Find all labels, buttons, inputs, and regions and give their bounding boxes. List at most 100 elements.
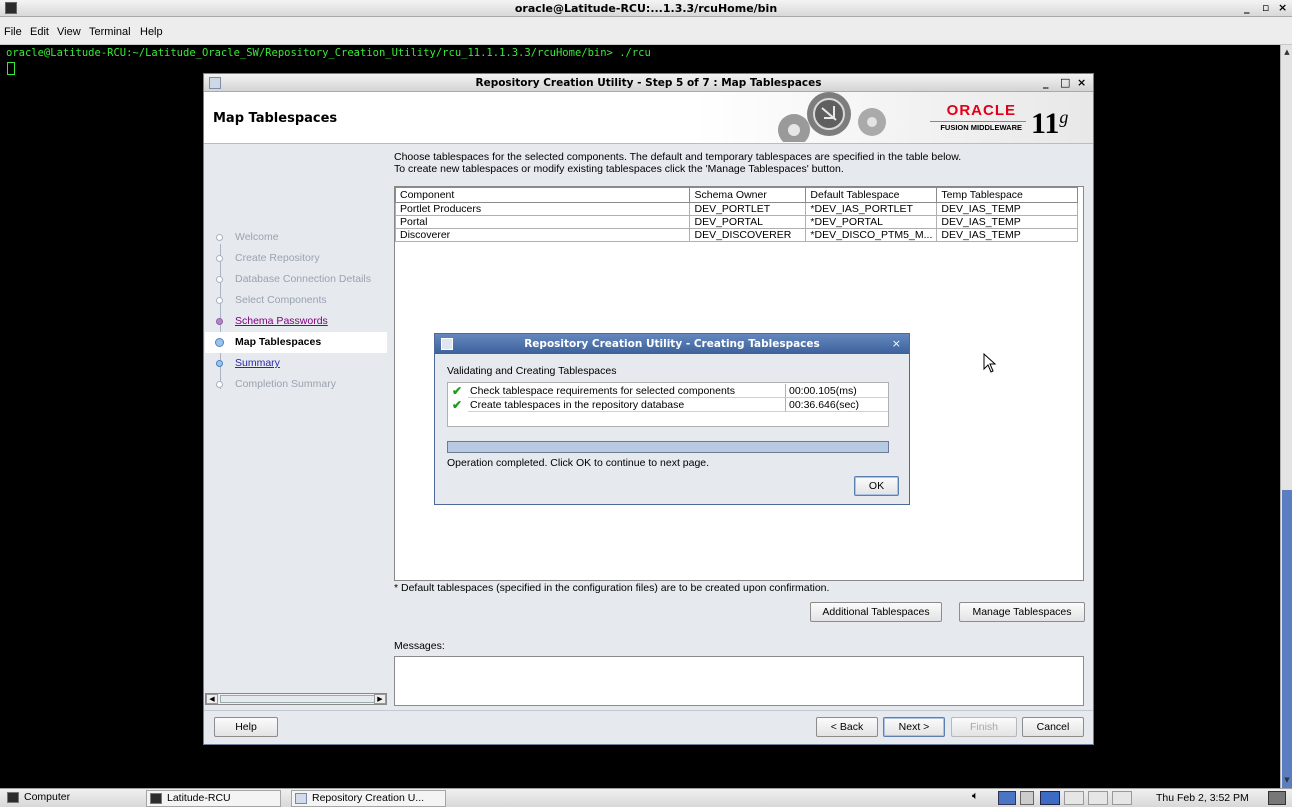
scrollbar-thumb[interactable]	[1282, 490, 1292, 807]
table-row[interactable]: Portal DEV_PORTAL *DEV_PORTAL DEV_IAS_TE…	[394, 215, 1078, 229]
cancel-button[interactable]: Cancel	[1022, 717, 1084, 737]
ok-button[interactable]: OK	[854, 476, 899, 496]
scroll-down-icon[interactable]: ▼	[1282, 775, 1292, 785]
volume-icon[interactable]: 🔈︎	[972, 790, 979, 803]
current-step-icon	[215, 338, 224, 347]
back-button[interactable]: < Back	[816, 717, 878, 737]
next-button[interactable]: Next >	[883, 717, 945, 737]
checkmark-icon: ✔	[452, 384, 463, 398]
terminal-titlebar[interactable]: oracle@Latitude-RCU:...1.3.3/rcuHome/bin…	[0, 0, 1292, 17]
clock[interactable]: Thu Feb 2, 3:52 PM	[1156, 792, 1249, 804]
minimize-icon[interactable]: _	[1043, 76, 1049, 89]
close-icon[interactable]: ×	[1278, 1, 1287, 14]
table-cell[interactable]: *DEV_PORTAL	[805, 215, 938, 229]
oracle-logo: ORACLE FUSION MIDDLEWARE	[930, 102, 1026, 132]
scrollbar-thumb[interactable]	[220, 695, 378, 703]
progress-heading: Validating and Creating Tablespaces	[447, 365, 617, 377]
table-cell[interactable]: *DEV_IAS_PORTLET	[805, 202, 938, 216]
terminal-icon	[150, 793, 162, 804]
step-dot-icon	[216, 255, 223, 262]
version-logo: 11g	[1031, 102, 1068, 139]
column-header-default-tablespace[interactable]: Default Tablespace	[805, 187, 938, 203]
nav-item-welcome: Welcome	[205, 227, 387, 248]
table-cell: Portal	[394, 215, 691, 229]
nav-item-summary[interactable]: Summary	[205, 353, 387, 374]
messages-area[interactable]	[394, 656, 1084, 706]
nav-label: Map Tablespaces	[235, 336, 322, 348]
maximize-icon[interactable]: □	[1060, 76, 1070, 89]
menu-edit[interactable]: Edit	[30, 26, 49, 38]
menu-view[interactable]: View	[57, 26, 81, 38]
nav-label: Database Connection Details	[235, 273, 371, 285]
terminal-command-line: oracle@Latitude-RCU:~/Latitude_Oracle_SW…	[6, 47, 651, 59]
taskbar-label: Repository Creation U...	[312, 792, 425, 804]
nav-label: Schema Passwords	[235, 315, 328, 327]
table-cell[interactable]: *DEV_DISCO_PTM5_M...	[805, 228, 938, 242]
table-header-row: Component Schema Owner Default Tablespac…	[394, 187, 1078, 203]
show-desktop-icon[interactable]	[1268, 791, 1286, 805]
menu-terminal[interactable]: Terminal	[89, 26, 131, 38]
table-cell: Portlet Producers	[394, 202, 691, 216]
menu-file[interactable]: File	[4, 26, 22, 38]
table-row[interactable]: Discoverer DEV_DISCOVERER *DEV_DISCO_PTM…	[394, 228, 1078, 242]
workspace-switcher-icon[interactable]	[1040, 791, 1060, 805]
nav-item-create-repository: Create Repository	[205, 248, 387, 269]
rcu-titlebar[interactable]: Repository Creation Utility - Step 5 of …	[204, 74, 1093, 92]
terminal-scrollbar[interactable]: ▲ ▼	[1280, 45, 1292, 807]
column-header-component[interactable]: Component	[394, 187, 691, 203]
footer-divider	[204, 710, 1093, 711]
java-icon	[295, 793, 307, 804]
table-cell[interactable]: DEV_IAS_TEMP	[936, 202, 1078, 216]
additional-tablespaces-button[interactable]: Additional Tablespaces	[810, 602, 942, 622]
nav-label: Completion Summary	[235, 378, 336, 390]
step-dot-icon	[216, 318, 223, 325]
taskbar-item-rcu[interactable]: Repository Creation U...	[291, 790, 446, 807]
help-button[interactable]: Help	[214, 717, 278, 737]
workspace-2[interactable]	[1064, 791, 1084, 805]
printer-icon[interactable]	[1020, 791, 1034, 805]
workspace-3[interactable]	[1088, 791, 1108, 805]
nav-item-schema-passwords[interactable]: Schema Passwords	[205, 311, 387, 332]
list-item: ✔ Check tablespace requirements for sele…	[448, 384, 888, 398]
minimize-icon[interactable]: _	[1244, 1, 1250, 14]
column-header-schema-owner[interactable]: Schema Owner	[689, 187, 807, 203]
creating-tablespaces-dialog: Repository Creation Utility - Creating T…	[434, 333, 910, 505]
taskbar-item-computer[interactable]: Computer	[4, 790, 114, 807]
menu-help[interactable]: Help	[140, 26, 163, 38]
table-cell[interactable]: DEV_IAS_TEMP	[936, 215, 1078, 229]
scroll-left-icon[interactable]: ◀	[206, 694, 218, 704]
tablespace-grid: Component Schema Owner Default Tablespac…	[394, 187, 1078, 242]
workspace-4[interactable]	[1112, 791, 1132, 805]
rcu-window-title: Repository Creation Utility - Step 5 of …	[475, 77, 822, 89]
task-label: Create tablespaces in the repository dat…	[468, 398, 786, 412]
progress-status: Operation completed. Click OK to continu…	[447, 457, 710, 469]
rcu-header: Map Tablespaces ORACLE FUSION MIDDLEWARE…	[204, 92, 1093, 144]
manage-tablespaces-button[interactable]: Manage Tablespaces	[959, 602, 1085, 622]
nav-label: Create Repository	[235, 252, 320, 264]
progress-dialog-title: Repository Creation Utility - Creating T…	[524, 338, 820, 350]
step-dot-icon	[216, 234, 223, 241]
progress-dialog-titlebar[interactable]: Repository Creation Utility - Creating T…	[435, 334, 909, 354]
close-icon[interactable]: ×	[892, 337, 901, 350]
network-icon[interactable]	[998, 791, 1016, 805]
nav-item-map-tablespaces[interactable]: Map Tablespaces	[205, 332, 387, 353]
maximize-icon[interactable]: ▫	[1262, 1, 1269, 14]
step-dot-icon	[216, 360, 223, 367]
close-icon[interactable]: ×	[1077, 76, 1086, 89]
taskbar-item-terminal[interactable]: Latitude-RCU	[146, 790, 281, 807]
finish-button: Finish	[951, 717, 1017, 737]
scroll-right-icon[interactable]: ▶	[374, 694, 386, 704]
table-cell[interactable]: DEV_IAS_TEMP	[936, 228, 1078, 242]
nav-item-completion-summary: Completion Summary	[205, 374, 387, 395]
list-item: ✔ Create tablespaces in the repository d…	[448, 398, 888, 412]
progress-bar-fill	[448, 442, 888, 452]
page-title: Map Tablespaces	[213, 111, 338, 126]
scroll-up-icon[interactable]: ▲	[1282, 47, 1292, 57]
nav-horizontal-scrollbar[interactable]: ◀ ▶	[205, 693, 387, 705]
table-row[interactable]: Portlet Producers DEV_PORTLET *DEV_IAS_P…	[394, 202, 1078, 216]
task-time: 00:00.105(ms)	[786, 384, 888, 398]
column-header-temp-tablespace[interactable]: Temp Tablespace	[936, 187, 1078, 203]
step-dot-icon	[216, 381, 223, 388]
taskbar-label: Computer	[24, 791, 71, 803]
task-label: Check tablespace requirements for select…	[468, 384, 786, 398]
